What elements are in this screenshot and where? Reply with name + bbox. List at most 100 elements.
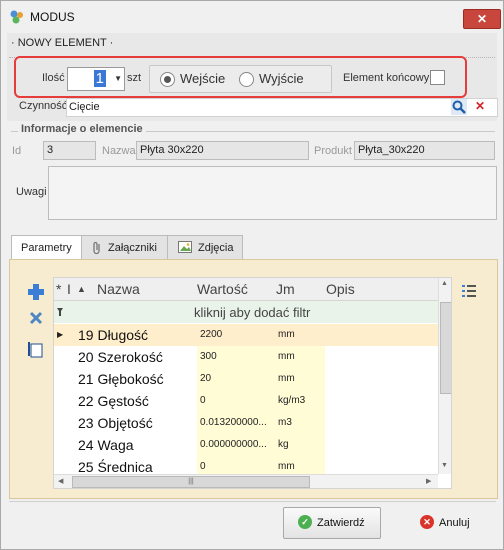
row-name: 20 Szerokość [78,349,163,365]
section-label: · NOWY ELEMENT · [11,37,114,49]
title-bar: MODUS ✕ [1,1,503,31]
row-jm: mm [278,373,295,384]
tab-parametry-label: Parametry [21,242,72,254]
confirm-button-label: Zatwierdź [317,517,365,529]
table-row[interactable]: 24 Waga 0.000000000... kg [54,434,438,456]
row-value-cell[interactable]: 2200 [197,324,275,346]
nazwa-value: Płyta 30x220 [140,144,204,156]
scroll-down-icon[interactable]: ▼ [441,462,448,469]
row-jm-cell[interactable]: m3 [275,412,325,434]
row-indicator-icon: ▶ [57,330,64,339]
row-jm: kg/m3 [278,395,306,406]
tab-zalaczniki[interactable]: Załączniki [81,235,168,259]
delete-icon[interactable] [29,311,43,325]
table-row[interactable]: 21 Głębokość 20 mm [54,368,438,390]
row-name: 24 Waga [78,437,134,453]
row-jm-cell[interactable]: kg [275,434,325,456]
direction-radio-group: Wejście Wyjście [149,65,332,93]
czynnosc-label: Czynność [19,100,68,112]
col-nazwa-header[interactable]: Nazwa [97,281,140,297]
copy-icon[interactable] [27,341,43,359]
tab-parametry[interactable]: Parametry [11,235,82,261]
radio-wejscie-label[interactable]: Wejście [180,71,225,86]
row-jm-cell[interactable]: kg/m3 [275,390,325,412]
row-name: 22 Gęstość [78,393,149,409]
nazwa-field: Płyta 30x220 [136,141,309,160]
quantity-value: 1 [93,70,106,87]
tab-zalaczniki-label: Załączniki [108,242,157,254]
info-section-title: Informacje o elemencie [18,123,146,135]
parameters-grid: * I ▲ Nazwa Wartość Jm Opis kliknij aby … [53,277,452,489]
table-row[interactable]: 22 Gęstość 0 kg/m3 [54,390,438,412]
scroll-up-icon[interactable]: ▲ [441,280,448,287]
check-icon: ✓ [298,515,312,529]
uwagi-textarea[interactable] [48,166,497,220]
filter-row[interactable]: kliknij aby dodać filtr [54,301,438,323]
clear-icon[interactable]: ✕ [475,99,485,113]
row-value: 0.000000000... [200,439,267,450]
col-i-header[interactable]: I [67,281,71,297]
quantity-spinner[interactable]: 1 ▼ [67,67,125,91]
radio-wyjscie[interactable] [239,72,254,87]
czynnosc-field[interactable]: Cięcie [66,98,498,117]
produkt-field: Płyta_30x220 [354,141,495,160]
radio-wyjscie-label[interactable]: Wyjście [259,71,304,86]
add-icon[interactable] [27,283,45,301]
row-jm: mm [278,461,295,472]
search-icon[interactable] [451,99,467,115]
produkt-value: Płyta_30x220 [358,144,425,156]
sort-ascending-icon[interactable]: ▲ [77,284,86,294]
row-value: 0 [200,461,206,472]
scroll-left-icon[interactable]: ◀ [58,477,63,485]
row-value: 0 [200,395,206,406]
row-value-cell[interactable]: 20 [197,368,275,390]
row-value: 20 [200,373,212,384]
row-jm: mm [278,329,295,340]
element-koncowy-label: Element końcowy [343,72,430,84]
row-value-cell[interactable]: 0.013200000... [197,412,275,434]
row-jm: m3 [278,417,292,428]
produkt-label: Produkt [314,145,352,157]
row-jm-cell[interactable]: mm [275,368,325,390]
table-row[interactable]: 20 Szerokość 300 mm [54,346,438,368]
row-value-cell[interactable]: 300 [197,346,275,368]
row-name: 25 Średnica [78,459,153,475]
row-value: 300 [200,351,217,362]
cancel-button-label: Anuluj [439,517,470,529]
quantity-unit: szt [127,72,142,84]
list-view-icon[interactable] [461,283,477,299]
row-jm: kg [278,439,289,450]
col-opis-header[interactable]: Opis [326,281,355,297]
horizontal-scroll-thumb[interactable]: ||| [72,476,310,488]
row-value-cell[interactable]: 0 [197,390,275,412]
dropdown-arrow-icon[interactable]: ▼ [114,74,122,83]
tab-zdjecia-label: Zdjęcia [198,242,234,254]
horizontal-scrollbar[interactable]: ◀ ||| ▶ [54,474,438,488]
nazwa-label: Nazwa [102,145,136,157]
close-button[interactable]: ✕ [463,9,501,29]
row-value-cell[interactable]: 0.000000000... [197,434,275,456]
table-row[interactable]: ▶ 19 Długość 2200 mm [54,324,438,346]
table-row[interactable]: 23 Objętość 0.013200000... m3 [54,412,438,434]
row-jm: mm [278,351,295,362]
uwagi-label: Uwagi [16,186,47,198]
footer-divider [9,501,496,502]
row-jm-cell[interactable]: mm [275,346,325,368]
cancel-button[interactable]: ✕ Anuluj [403,507,497,539]
element-koncowy-checkbox[interactable] [430,70,445,85]
col-star-header[interactable]: * [56,281,61,297]
row-jm-cell[interactable]: mm [275,324,325,346]
tab-zdjecia[interactable]: Zdjęcia [167,235,243,259]
col-jm-header[interactable]: Jm [276,281,295,297]
dialog-window: MODUS ✕ · NOWY ELEMENT · Ilość 1 ▼ szt W… [0,0,504,550]
czynnosc-value: Cięcie [69,101,100,113]
confirm-button[interactable]: ✓ Zatwierdź [283,507,381,539]
scroll-right-icon[interactable]: ▶ [426,477,431,485]
row-name: 19 Długość [78,327,149,343]
radio-wejscie[interactable] [160,72,175,87]
vertical-scroll-thumb[interactable] [440,302,451,394]
col-wartosc-header[interactable]: Wartość [197,281,248,297]
vertical-scrollbar[interactable]: ▲ ▼ [438,278,451,474]
paperclip-icon [93,241,100,255]
row-name: 23 Objętość [78,415,153,431]
